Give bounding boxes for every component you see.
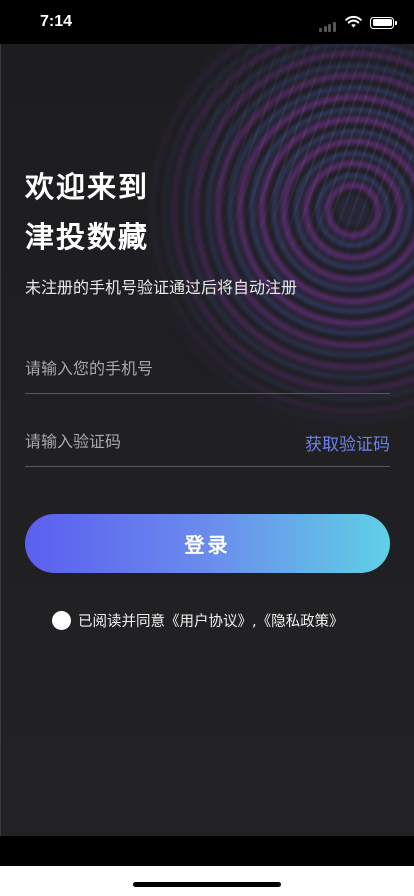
welcome-line-1: 欢迎来到 bbox=[25, 170, 150, 204]
phone-field bbox=[25, 344, 390, 394]
agreement-text[interactable]: 已阅读并同意《用户协议》,《隐私政策》 bbox=[78, 610, 344, 631]
login-button[interactable]: 登录 bbox=[25, 514, 390, 573]
status-bar: 7:14 bbox=[0, 0, 414, 44]
welcome-title: 欢迎来到 津投数藏 bbox=[25, 162, 149, 262]
get-code-button[interactable]: 获取验证码 bbox=[305, 430, 390, 455]
edge-line bbox=[0, 44, 1, 836]
status-icons bbox=[319, 13, 397, 32]
home-indicator[interactable] bbox=[133, 882, 281, 887]
hero-streaks bbox=[154, 44, 414, 284]
signal-icon bbox=[319, 13, 337, 32]
home-indicator-area bbox=[0, 866, 414, 896]
phone-input[interactable] bbox=[25, 344, 275, 392]
code-field: 获取验证码 bbox=[25, 417, 390, 467]
register-hint: 未注册的手机号验证通过后将自动注册 bbox=[25, 278, 298, 297]
bottom-bar bbox=[0, 836, 414, 866]
battery-icon bbox=[370, 16, 397, 29]
agreement-row: 已阅读并同意《用户协议》,《隐私政策》 bbox=[52, 610, 344, 631]
login-screen: 欢迎来到 津投数藏 未注册的手机号验证通过后将自动注册 获取验证码 登录 已阅读… bbox=[0, 44, 414, 836]
agreement-radio[interactable] bbox=[52, 611, 71, 630]
status-time: 7:14 bbox=[40, 13, 73, 30]
welcome-line-2: 津投数藏 bbox=[25, 220, 150, 254]
wifi-icon bbox=[345, 13, 362, 32]
verification-code-input[interactable] bbox=[25, 417, 275, 465]
